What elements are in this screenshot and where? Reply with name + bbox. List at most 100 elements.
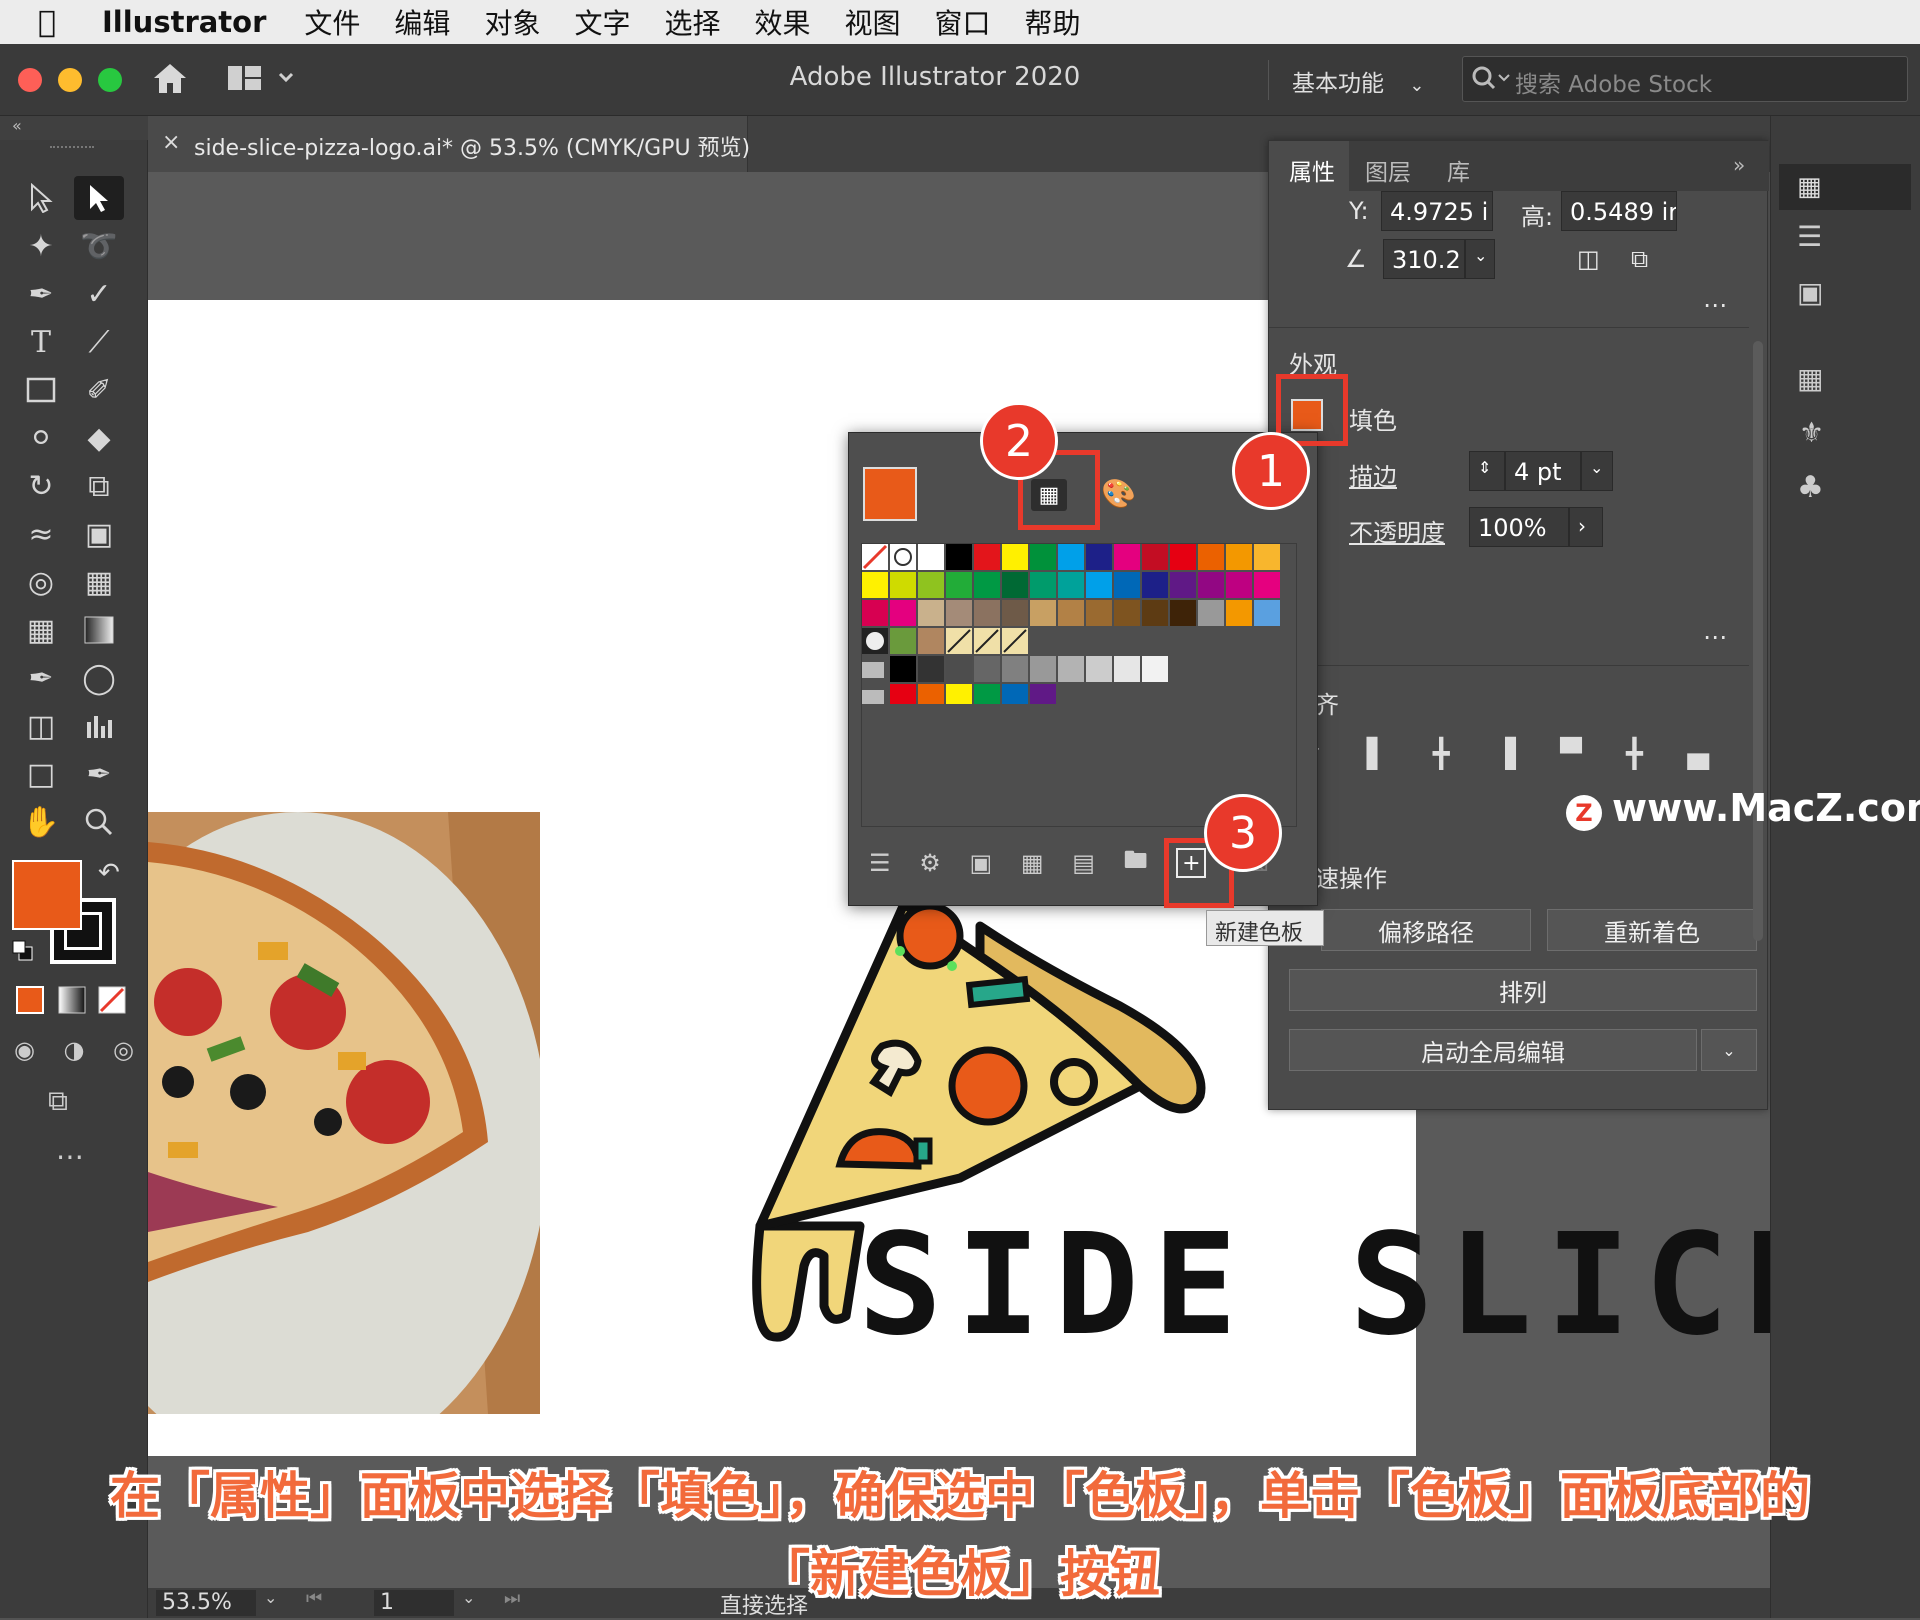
menu-type[interactable]: 文字 [574, 2, 630, 42]
default-fill-stroke-icon[interactable] [12, 940, 34, 962]
angle-dropdown-icon[interactable]: ⌄ [1465, 239, 1495, 279]
mesh-tool-icon[interactable]: ▦ [16, 608, 66, 652]
menu-select[interactable]: 选择 [664, 2, 720, 42]
menu-file[interactable]: 文件 [304, 2, 360, 42]
gradient-tool-icon[interactable] [74, 608, 124, 652]
zoom-window-button[interactable] [98, 68, 122, 92]
color-mode-icon[interactable] [16, 986, 44, 1014]
shape-builder-tool-icon[interactable]: ◎ [16, 560, 66, 604]
eyedropper-tool-icon[interactable]: ✒ [16, 656, 66, 700]
artboard-tool-icon[interactable]: □ [16, 752, 66, 796]
opacity-label[interactable]: 不透明度 [1349, 513, 1445, 548]
paintbrush-tool-icon[interactable]: ✐ [74, 368, 124, 412]
align-right-icon[interactable]: ▐ [1494, 737, 1516, 773]
swatch-options-icon[interactable]: ⚙ [919, 849, 941, 877]
home-icon[interactable] [150, 60, 190, 96]
align-bottom-icon[interactable]: ▄ [1687, 737, 1709, 773]
add-to-library-icon[interactable]: ▣ [969, 849, 992, 877]
draw-normal-icon[interactable]: ◉ [14, 1036, 35, 1068]
align-left-icon[interactable]: ▌ [1367, 737, 1389, 773]
y-field[interactable]: 4.9725 i [1381, 191, 1493, 231]
none-mode-icon[interactable] [98, 986, 126, 1014]
stroke-weight-field[interactable]: 4 pt [1505, 451, 1581, 491]
edit-toolbar-icon[interactable]: ⋯ [56, 1140, 84, 1173]
free-transform-tool-icon[interactable]: ▣ [74, 512, 124, 556]
eraser-tool-icon[interactable]: ◆ [74, 416, 124, 460]
stock-search-field[interactable]: 搜索 Adobe Stock [1462, 56, 1908, 102]
stroke-label[interactable]: 描边 [1349, 457, 1397, 492]
offset-path-button[interactable]: 偏移路径 [1321, 909, 1531, 951]
tab-properties[interactable]: 属性 [1289, 153, 1335, 187]
rotate-tool-icon[interactable]: ↻ [16, 464, 66, 508]
menu-object[interactable]: 对象 [484, 2, 540, 42]
draw-inside-icon[interactable]: ◎ [113, 1036, 134, 1068]
current-fill-swatch[interactable] [863, 467, 917, 521]
symbols-dock-icon[interactable]: ♣ [1797, 470, 1824, 505]
flip-vertical-icon[interactable]: ⧉ [1631, 245, 1648, 273]
opacity-arrow-icon[interactable]: › [1569, 507, 1603, 547]
pizza-photo[interactable] [148, 812, 540, 1414]
recolor-button[interactable]: 重新着色 [1547, 909, 1757, 951]
panel-scrollbar[interactable] [1753, 341, 1763, 941]
width-tool-icon[interactable]: ≈ [16, 512, 66, 556]
new-group-folder-icon[interactable]: 🖿 [1124, 843, 1148, 884]
tab-libraries[interactable]: 库 [1447, 153, 1470, 187]
global-edit-button[interactable]: 启动全局编辑 [1289, 1029, 1697, 1071]
close-window-button[interactable] [18, 68, 42, 92]
align-hcenter-icon[interactable]: ╋ [1433, 737, 1450, 773]
menu-view[interactable]: 视图 [845, 2, 901, 42]
arrange-button[interactable]: 排列 [1289, 969, 1757, 1011]
layers-dock-icon[interactable]: ☰ [1797, 220, 1822, 253]
fill-label[interactable]: 填色 [1349, 401, 1397, 436]
screen-mode-icon[interactable]: ⧉ [48, 1084, 68, 1118]
stroke-stepper[interactable]: ⇕ [1469, 451, 1505, 491]
flip-horizontal-icon[interactable]: ◫ [1577, 245, 1600, 273]
selection-tool-icon[interactable] [16, 176, 66, 220]
tab-layers[interactable]: 图层 [1365, 153, 1411, 187]
draw-behind-icon[interactable]: ◑ [64, 1036, 85, 1068]
toolbar-grip[interactable] [50, 146, 94, 152]
opacity-field[interactable]: 100% [1469, 507, 1569, 547]
properties-dock-icon[interactable]: ▦ [1779, 164, 1911, 210]
arrange-documents-icon[interactable] [228, 64, 298, 94]
menu-effect[interactable]: 效果 [754, 2, 810, 42]
blend-tool-icon[interactable]: ◯ [74, 656, 124, 700]
scale-tool-icon[interactable]: ⧉ [74, 464, 124, 508]
line-tool-icon[interactable]: ⟋ [74, 320, 124, 364]
gradient-mode-icon[interactable] [58, 986, 86, 1014]
workspace-switcher[interactable]: 基本功能 ⌄ [1292, 64, 1424, 98]
perspective-grid-tool-icon[interactable]: ▦ [74, 560, 124, 604]
align-top-icon[interactable]: ▀ [1560, 737, 1582, 773]
apple-icon[interactable]:  [38, 5, 78, 40]
pen-tool-icon[interactable]: ✒ [16, 272, 66, 316]
collapse-toolbar-icon[interactable]: « [12, 116, 22, 135]
lasso-tool-icon[interactable]: ➰ [74, 224, 124, 268]
rectangle-tool-icon[interactable] [16, 368, 66, 412]
swap-fill-stroke-icon[interactable]: ↶ [98, 858, 120, 888]
show-kinds-icon[interactable]: ▦ [1021, 849, 1044, 877]
magic-wand-tool-icon[interactable]: ✦ [16, 224, 66, 268]
libraries-dock-icon[interactable]: ▣ [1797, 276, 1823, 309]
menu-edit[interactable]: 编辑 [394, 2, 450, 42]
menu-window[interactable]: 窗口 [935, 2, 991, 42]
type-tool-icon[interactable]: T [16, 320, 66, 364]
curvature-tool-icon[interactable]: ✓ [74, 272, 124, 316]
align-vcenter-icon[interactable]: ╋ [1626, 737, 1643, 773]
column-graph-tool-icon[interactable] [74, 704, 124, 748]
fill-color-box[interactable] [12, 860, 82, 930]
panel-menu-icon[interactable]: » [1733, 153, 1745, 177]
swatch-list-icon[interactable]: ▤ [1072, 849, 1095, 877]
brushes-dock-icon[interactable]: ⚜ [1799, 416, 1824, 449]
more-options-icon[interactable]: ⋯ [1703, 291, 1727, 319]
document-tab[interactable]: × side-slice-pizza-logo.ai* @ 53.5% (CMY… [148, 116, 750, 172]
angle-field[interactable]: 310.2 [1383, 239, 1465, 279]
swatches-dock-icon[interactable]: ▦ [1797, 362, 1823, 395]
slice-tool-icon[interactable]: ✒ [74, 752, 124, 796]
color-palette-icon[interactable]: 🎨 [1101, 477, 1136, 510]
minimize-window-button[interactable] [58, 68, 82, 92]
zoom-tool-icon[interactable] [74, 800, 124, 844]
close-tab-icon[interactable]: × [162, 130, 180, 155]
menu-help[interactable]: 帮助 [1025, 2, 1081, 42]
global-edit-dropdown-icon[interactable]: ⌄ [1701, 1029, 1757, 1071]
height-field[interactable]: 0.5489 ir [1561, 191, 1677, 231]
